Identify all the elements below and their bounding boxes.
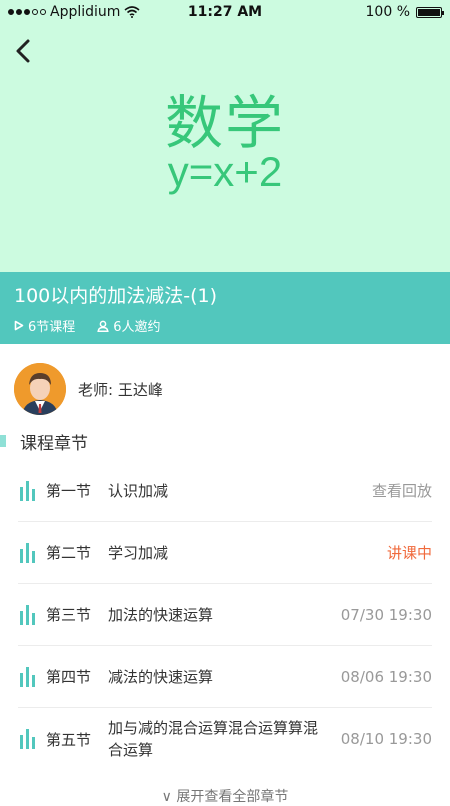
- chapter-row-3[interactable]: 第三节 加法的快速运算 07/30 19:30: [18, 584, 432, 646]
- chapter-row-1[interactable]: 第一节 认识加减 查看回放: [18, 460, 432, 522]
- chapter-status: 08/10 19:30: [340, 730, 432, 748]
- chapter-index: 第二节: [46, 544, 92, 562]
- chapter-name: 认识加减: [108, 481, 169, 500]
- chapter-name: 减法的快速运算: [108, 667, 214, 686]
- status-bar: Applidium 11:27 AM 100 %: [0, 0, 450, 24]
- bars-icon: [20, 666, 35, 687]
- teacher-name: 老师: 王达峰: [78, 380, 163, 399]
- back-arrow-icon: [16, 39, 30, 63]
- chapter-list: 第一节 认识加减 查看回放 第二节 学习加减 讲课中 第三节 加法的快速运算 0…: [18, 460, 432, 770]
- chapter-row-4[interactable]: 第四节 减法的快速运算 08/06 19:30: [18, 646, 432, 708]
- status-right: 100 %: [365, 4, 444, 20]
- chapter-row-2[interactable]: 第二节 学习加减 讲课中: [18, 522, 432, 584]
- section-header: 课程章节: [0, 428, 88, 454]
- lesson-count: 6节课程: [14, 316, 75, 335]
- bars-icon: [20, 604, 35, 625]
- person-icon: [97, 320, 109, 332]
- battery-fill: [418, 8, 440, 16]
- subject-formula: y=x+2: [167, 148, 283, 195]
- chapter-row-5[interactable]: 第五节 加与减的混合运算混合运算算混合运算 08/10 19:30: [18, 708, 432, 770]
- bars-icon: [20, 729, 35, 749]
- carrier-name: Applidium: [50, 4, 121, 20]
- course-meta: 6节课程 6人邀约: [14, 316, 436, 335]
- bars-icon: [20, 542, 35, 563]
- play-icon: [14, 320, 24, 331]
- teacher-row[interactable]: 老师: 王达峰: [14, 362, 163, 416]
- chapter-name: 加法的快速运算: [108, 605, 214, 624]
- chapter-name: 学习加减: [108, 543, 169, 562]
- back-button[interactable]: [10, 36, 36, 66]
- chapter-index: 第五节: [46, 730, 92, 749]
- chapter-status[interactable]: 查看回放: [372, 480, 432, 501]
- expand-all-button[interactable]: ∨ 展开查看全部章节: [0, 786, 450, 806]
- chapter-status[interactable]: 讲课中: [387, 542, 432, 563]
- hero-banner: Applidium 11:27 AM 100 % 数学 y=x+2: [0, 0, 450, 272]
- section-marker: [0, 435, 6, 447]
- chapter-index: 第一节: [46, 482, 92, 500]
- chapter-status: 07/30 19:30: [340, 605, 432, 624]
- invite-count-label: 6人邀约: [113, 320, 161, 335]
- signal-icon: [8, 9, 46, 15]
- chapter-name: 加与减的混合运算混合运算算混合运算: [108, 719, 319, 759]
- course-title: 100以内的加法减法-(1): [14, 285, 218, 307]
- bars-icon: [20, 480, 35, 501]
- avatar[interactable]: [14, 363, 66, 415]
- battery-text: 100 %: [365, 4, 410, 20]
- lesson-count-label: 6节课程: [28, 320, 76, 335]
- wifi-icon: [124, 6, 140, 18]
- chapter-index: 第三节: [46, 606, 92, 624]
- chapter-index: 第四节: [46, 668, 92, 686]
- battery-icon: [416, 6, 444, 18]
- status-left: Applidium: [8, 4, 140, 20]
- avatar-image: [14, 363, 66, 415]
- section-title: 课程章节: [20, 433, 88, 454]
- invite-count: 6人邀约: [97, 316, 161, 335]
- chapter-status: 08/06 19:30: [340, 667, 432, 686]
- course-info-bar: 100以内的加法减法-(1) 6节课程 6人邀约: [0, 272, 450, 344]
